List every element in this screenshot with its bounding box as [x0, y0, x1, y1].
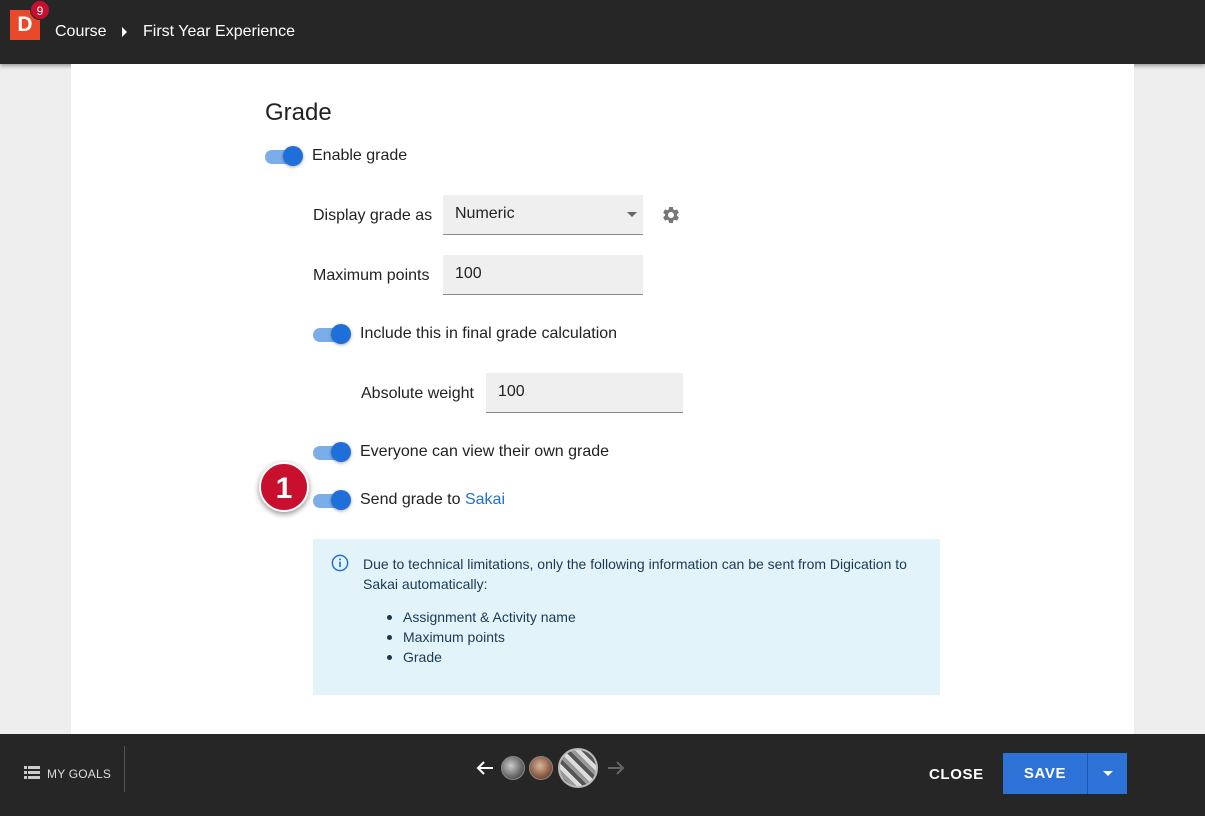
- send-grade-label: Send grade to Sakai: [360, 490, 505, 510]
- send-grade-toggle[interactable]: [313, 489, 351, 511]
- absolute-weight-input[interactable]: 100: [486, 373, 683, 413]
- toggle-knob: [283, 146, 303, 166]
- maximum-points-value: 100: [455, 265, 482, 282]
- my-goals-label: MY GOALS: [47, 767, 112, 781]
- toggle-knob: [331, 442, 351, 462]
- avatar[interactable]: [501, 756, 525, 780]
- include-final-grade-toggle[interactable]: [313, 323, 351, 345]
- info-list: Assignment & Activity name Maximum point…: [385, 607, 576, 667]
- maximum-points-input[interactable]: 100: [443, 255, 643, 295]
- everyone-view-grade-label: Everyone can view their own grade: [360, 443, 610, 460]
- absolute-weight-label: Absolute weight: [361, 385, 474, 402]
- arrow-right-icon: [608, 761, 625, 775]
- bottom-bar: MY GOALS CLOSE SAVE: [0, 734, 1205, 816]
- save-button[interactable]: SAVE: [1003, 753, 1087, 794]
- breadcrumb-course[interactable]: Course: [55, 22, 107, 42]
- close-button[interactable]: CLOSE: [929, 766, 984, 783]
- dropdown-arrow-icon: [627, 212, 637, 217]
- breadcrumb-separator-icon: [122, 27, 127, 37]
- enable-grade-toggle[interactable]: [265, 145, 303, 167]
- footer-divider: [124, 746, 125, 792]
- section-title: Grade: [265, 99, 332, 126]
- info-list-item: Maximum points: [385, 627, 576, 647]
- info-text: Due to technical limitations, only the f…: [363, 556, 907, 592]
- enable-grade-label: Enable grade: [312, 147, 408, 164]
- breadcrumb-current[interactable]: First Year Experience: [143, 22, 295, 42]
- maximum-points-label: Maximum points: [313, 267, 430, 284]
- info-box: Due to technical limitations, only the f…: [313, 539, 940, 695]
- top-bar: D 9 Course First Year Experience: [0, 0, 1205, 64]
- current-avatar[interactable]: [558, 748, 598, 788]
- display-grade-label: Display grade as: [313, 207, 433, 224]
- toggle-knob: [331, 324, 351, 344]
- info-list-item: Assignment & Activity name: [385, 607, 576, 627]
- avatar[interactable]: [529, 756, 553, 780]
- info-list-item: Grade: [385, 647, 576, 667]
- toggle-knob: [331, 490, 351, 510]
- gear-icon[interactable]: [661, 205, 681, 225]
- everyone-view-grade-toggle[interactable]: [313, 441, 351, 463]
- arrow-left-icon[interactable]: [475, 760, 495, 776]
- send-grade-label-text: Send grade to: [360, 491, 465, 508]
- step-marker: 1: [259, 462, 309, 512]
- info-icon: [331, 554, 349, 572]
- absolute-weight-value: 100: [498, 383, 525, 400]
- display-grade-value: Numeric: [455, 205, 515, 222]
- list-icon: [24, 766, 40, 779]
- student-navigator: [450, 742, 645, 792]
- include-final-grade-label: Include this in final grade calculation: [360, 325, 618, 342]
- sakai-link[interactable]: Sakai: [465, 491, 505, 508]
- notification-badge[interactable]: 9: [30, 0, 50, 20]
- display-grade-select[interactable]: Numeric: [443, 195, 643, 235]
- save-options-dropdown[interactable]: [1087, 753, 1127, 794]
